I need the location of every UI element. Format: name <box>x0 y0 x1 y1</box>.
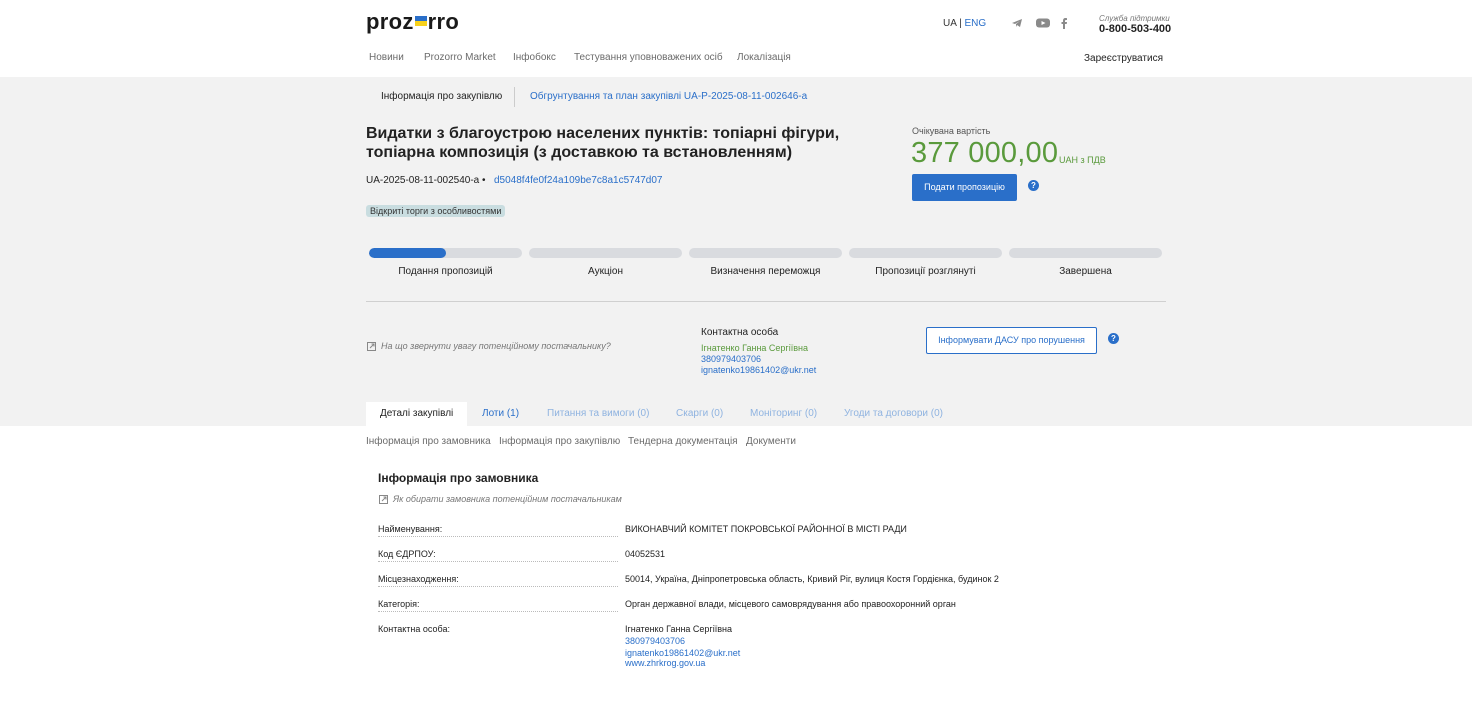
stage-progress-1 <box>369 248 522 258</box>
anchor-documents[interactable]: Документи <box>746 436 796 447</box>
category-value: Орган державної влади, місцевого самовря… <box>625 599 956 609</box>
contact-label: Контактна особа <box>701 327 779 338</box>
stage-progress-4 <box>849 248 1002 258</box>
facebook-icon[interactable] <box>1058 17 1070 29</box>
nav-localization[interactable]: Локалізація <box>737 52 791 63</box>
tab-monitoring[interactable]: Моніторинг (0) <box>736 402 831 426</box>
lang-eng[interactable]: ENG <box>965 18 987 29</box>
stage-progress-fill <box>369 248 446 258</box>
telegram-icon[interactable] <box>1011 17 1023 29</box>
field-label: Категорія: <box>378 599 618 612</box>
external-link-icon <box>379 494 388 504</box>
stage-label: Завершена <box>1059 266 1112 277</box>
submit-bid-button[interactable]: Подати пропозицію <box>912 174 1017 201</box>
expected-amount: 377 000,00 <box>911 137 1059 169</box>
customer-contact-name: Ігнатенко Ганна Сергіївна <box>625 624 732 634</box>
tender-title: Видатки з благоустрою населених пунктів:… <box>366 125 840 161</box>
anchor-procurement-info[interactable]: Інформація про закупівлю <box>499 436 620 447</box>
tender-hash-link[interactable]: d5048f4fe0f24a109be7c8a1c5747d07 <box>494 175 663 186</box>
anchor-customer-info[interactable]: Інформація про замовника <box>366 436 491 447</box>
report-dasu-button[interactable]: Інформувати ДАСУ про порушення <box>926 327 1097 354</box>
field-label: Контактна особа: <box>378 624 450 634</box>
supplier-hint-link[interactable]: На що звернути увагу потенційному постач… <box>367 341 611 351</box>
register-link[interactable]: Зареєструватися <box>1084 53 1163 64</box>
field-label: Код ЄДРПОУ: <box>378 549 618 562</box>
edrpou-value: 04052531 <box>625 549 666 559</box>
tab-details[interactable]: Деталі закупівлі <box>366 402 468 426</box>
lang-separator: | <box>959 18 962 29</box>
tender-id: UA-2025-08-11-002540-a • <box>366 175 486 186</box>
page: proz rro UA | ENG Служба підтримки 0-800-… <box>0 0 1472 704</box>
nav-market[interactable]: Prozorro Market <box>424 52 496 63</box>
subtab-plan-link[interactable]: Обгрунтування та план закупівлі UA-P-202… <box>530 91 807 102</box>
id-bullet: • <box>482 175 486 186</box>
tab-lots[interactable]: Лоти (1) <box>468 402 533 426</box>
stage-progress-5 <box>1009 248 1162 258</box>
stage-label: Визначення переможця <box>710 266 821 277</box>
nav-infobox[interactable]: Інфобокс <box>513 52 556 63</box>
stage-label: Аукціон <box>588 266 623 277</box>
lang-ua[interactable]: UA <box>943 18 956 29</box>
logo-text-right: rro <box>427 9 460 34</box>
expected-value-label: Очікувана вартість <box>912 126 991 136</box>
tab-questions[interactable]: Питання та вимоги (0) <box>533 402 663 426</box>
logo-text-left: proz <box>366 9 414 34</box>
anchor-tender-docs[interactable]: Тендерна документація <box>628 436 738 447</box>
stage-label: Пропозиції розглянуті <box>875 266 976 277</box>
customer-contact-email[interactable]: ignatenko19861402@ukr.net <box>625 648 740 658</box>
customer-hint-link[interactable]: Як обирати замовника потенційним постача… <box>379 494 622 504</box>
tab-agreements[interactable]: Угоди та договори (0) <box>830 402 957 426</box>
help-icon[interactable]: ? <box>1028 180 1039 191</box>
stage-progress-2 <box>529 248 682 258</box>
contact-name: Ігнатенко Ганна Сергіївна <box>701 343 808 353</box>
stage-label: Подання пропозицій <box>398 266 493 277</box>
external-link-icon <box>367 341 376 351</box>
currency-label: UAH з ПДВ <box>1059 155 1106 165</box>
nav-testing[interactable]: Тестування уповноважених осіб <box>574 52 723 63</box>
field-label: Найменування: <box>378 524 618 537</box>
help-icon[interactable]: ? <box>1108 333 1119 344</box>
tab-complaints[interactable]: Скарги (0) <box>662 402 737 426</box>
customer-hint-text: Як обирати замовника потенційним постача… <box>393 494 622 504</box>
subtab-procurement-info[interactable]: Інформація про закупівлю <box>381 91 502 102</box>
support-label: Служба підтримки <box>1099 14 1170 23</box>
contact-phone[interactable]: 380979403706 <box>701 354 761 364</box>
address-value: 50014, Україна, Дніпропетровська область… <box>625 574 999 584</box>
flag-icon <box>414 16 427 26</box>
nav-news[interactable]: Новини <box>369 52 404 63</box>
prozorro-logo[interactable]: proz rro <box>366 9 459 35</box>
language-switch: UA | ENG <box>943 18 986 29</box>
subtab-divider <box>514 87 515 107</box>
tender-id-text: UA-2025-08-11-002540-a <box>366 175 480 186</box>
field-label: Місцезнаходження: <box>378 574 618 587</box>
supplier-hint-text: На що звернути увагу потенційному постач… <box>381 341 611 351</box>
support-phone[interactable]: 0-800-503-400 <box>1099 23 1171 35</box>
procedure-badge: Відкриті торги з особливостями <box>366 205 506 217</box>
section-divider <box>366 301 1166 302</box>
customer-contact-phone[interactable]: 380979403706 <box>625 636 685 646</box>
stage-progress-3 <box>689 248 842 258</box>
contact-email[interactable]: ignatenko19861402@ukr.net <box>701 365 816 375</box>
youtube-icon[interactable] <box>1036 17 1050 29</box>
customer-website-link[interactable]: www.zhrkrog.gov.ua <box>625 658 705 668</box>
customer-name-value: ВИКОНАВЧИЙ КОМІТЕТ ПОКРОВСЬКОЇ РАЙОННОЇ … <box>625 524 907 534</box>
customer-section-title: Інформація про замовника <box>378 471 539 485</box>
